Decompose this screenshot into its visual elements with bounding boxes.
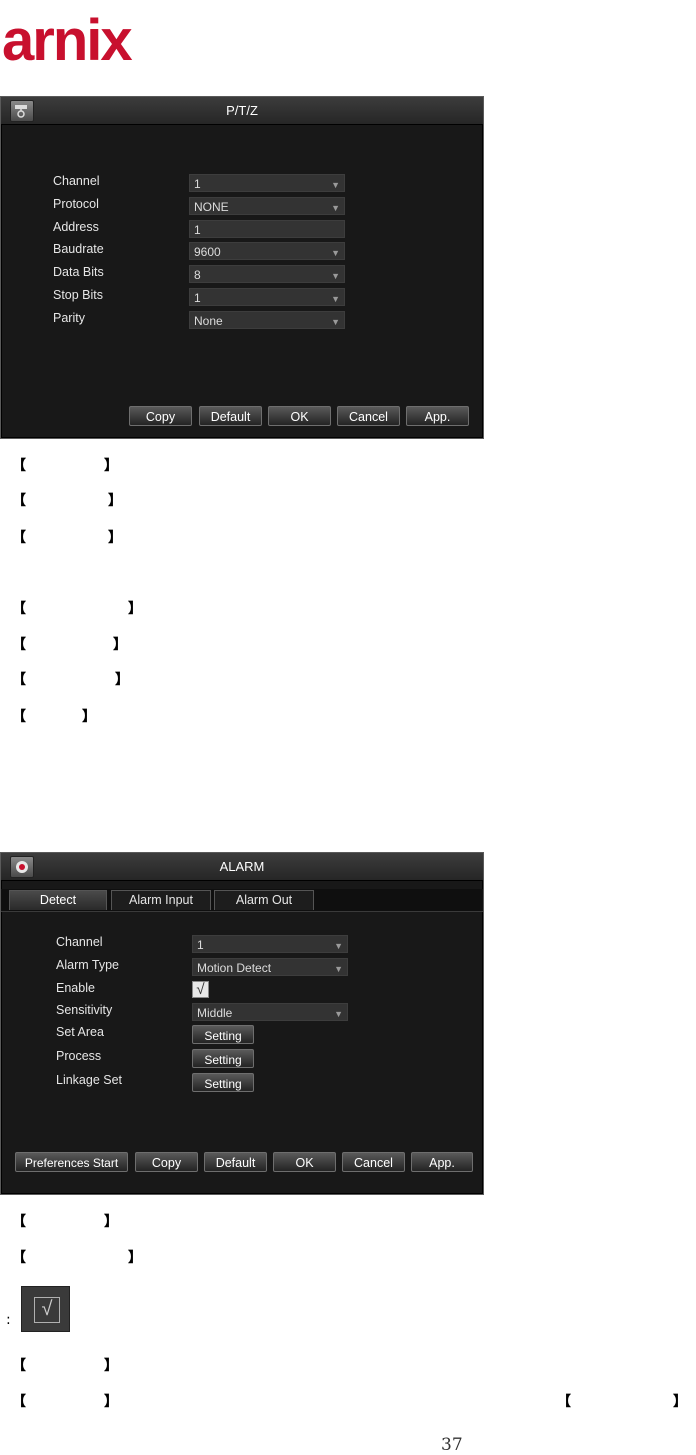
- ptz-data-bits-value: 8: [194, 268, 201, 282]
- ptz-desc-line-4: 【】: [12, 601, 142, 617]
- logo-text: arnix: [2, 8, 132, 68]
- alarm-title: ALARM: [219, 859, 265, 874]
- colon-mark: :: [6, 1312, 11, 1328]
- chevron-down-icon: ▼: [331, 180, 340, 190]
- page-number: 37: [441, 1435, 463, 1455]
- linkage-set-setting-button[interactable]: Setting: [192, 1073, 254, 1092]
- ptz-baudrate-select[interactable]: 9600 ▼: [189, 242, 345, 260]
- ptz-apply-button[interactable]: App.: [406, 406, 469, 426]
- ptz-label-channel: Channel: [53, 174, 100, 188]
- checked-checkbox-icon: √: [21, 1286, 70, 1332]
- ptz-protocol-value: NONE: [194, 200, 229, 214]
- ptz-desc-line-5: 【】: [12, 637, 127, 653]
- ptz-address-value: 1: [194, 223, 201, 237]
- ptz-desc-line-1: 【】: [12, 458, 118, 474]
- ptz-stop-bits-select[interactable]: 1 ▼: [189, 288, 345, 306]
- chevron-down-icon: ▼: [331, 271, 340, 281]
- alarm-apply-button[interactable]: App.: [411, 1152, 473, 1172]
- tab-detect[interactable]: Detect: [9, 890, 107, 910]
- ptz-baudrate-value: 9600: [194, 245, 221, 259]
- chevron-down-icon: ▼: [331, 203, 340, 213]
- ptz-label-data-bits: Data Bits: [53, 265, 104, 279]
- tab-alarm-out[interactable]: Alarm Out: [214, 890, 314, 910]
- ptz-desc-line-6: 【】: [12, 672, 129, 688]
- ptz-desc-line-7: 【】: [12, 709, 96, 725]
- alarm-label-linkage-set: Linkage Set: [56, 1073, 123, 1087]
- checkmark-glyph: √: [34, 1297, 60, 1323]
- ptz-copy-button[interactable]: Copy: [129, 406, 192, 426]
- alarm-label-channel: Channel: [56, 935, 103, 949]
- alarm-label-set-area: Set Area: [56, 1025, 104, 1039]
- alarm-default-button[interactable]: Default: [204, 1152, 267, 1172]
- alarm-label-sensitivity: Sensitivity: [56, 1003, 113, 1017]
- ptz-parity-select[interactable]: None ▼: [189, 311, 345, 329]
- alarm-desc-line-2: 【】: [12, 1250, 142, 1266]
- ptz-label-parity: Parity: [53, 311, 85, 325]
- ptz-label-address: Address: [53, 220, 99, 234]
- ptz-parity-value: None: [194, 314, 223, 328]
- alarm-tabstrip: Detect Alarm Input Alarm Out: [1, 889, 483, 912]
- ptz-desc-line-3: 【】: [12, 530, 122, 546]
- alarm-desc-line-1: 【】: [12, 1214, 118, 1230]
- alarm-channel-value: 1: [197, 938, 204, 952]
- ptz-label-stop-bits: Stop Bits: [53, 288, 104, 302]
- chevron-down-icon: ▼: [331, 317, 340, 327]
- alarm-label-type: Alarm Type: [56, 958, 119, 972]
- chevron-down-icon: ▼: [331, 294, 340, 304]
- alarm-type-select[interactable]: Motion Detect ▼: [192, 958, 348, 976]
- chevron-down-icon: ▼: [334, 1009, 343, 1019]
- ptz-data-bits-select[interactable]: 8 ▼: [189, 265, 345, 283]
- alarm-dialog: ALARM Detect Alarm Input Alarm Out Chann…: [0, 852, 484, 1195]
- chevron-down-icon: ▼: [331, 248, 340, 258]
- alarm-ok-button[interactable]: OK: [273, 1152, 336, 1172]
- ptz-channel-select[interactable]: 1 ▼: [189, 174, 345, 192]
- set-area-setting-button[interactable]: Setting: [192, 1025, 254, 1044]
- ptz-label-protocol: Protocol: [53, 197, 99, 211]
- ptz-ok-button[interactable]: OK: [268, 406, 331, 426]
- alarm-sensitivity-value: Middle: [197, 1006, 233, 1020]
- tab-alarm-input[interactable]: Alarm Input: [111, 890, 211, 910]
- alarm-desc-line-3: 【】: [12, 1358, 118, 1374]
- ptz-default-button[interactable]: Default: [199, 406, 262, 426]
- ptz-titlebar: P/T/Z: [1, 97, 483, 125]
- ptz-channel-value: 1: [194, 177, 201, 191]
- alarm-type-value: Motion Detect: [197, 961, 272, 975]
- chevron-down-icon: ▼: [334, 964, 343, 974]
- alarm-desc-line-4: 【】: [12, 1394, 118, 1410]
- preferences-start-button[interactable]: Preferences Start: [15, 1152, 128, 1172]
- ptz-cancel-button[interactable]: Cancel: [337, 406, 400, 426]
- alarm-label-process: Process: [56, 1049, 102, 1063]
- alarm-enable-checkbox[interactable]: √: [192, 981, 209, 998]
- ptz-dialog: P/T/Z Channel 1 ▼ Protocol NONE ▼ Addres…: [0, 96, 484, 439]
- ptz-stop-bits-value: 1: [194, 291, 201, 305]
- alarm-label-enable: Enable: [56, 981, 95, 995]
- ptz-label-baudrate: Baudrate: [53, 242, 104, 256]
- arnix-logo: arnix: [2, 8, 134, 68]
- ptz-title: P/T/Z: [226, 103, 258, 118]
- alarm-copy-button[interactable]: Copy: [135, 1152, 198, 1172]
- ptz-address-input[interactable]: 1: [189, 220, 345, 238]
- chevron-down-icon: ▼: [334, 941, 343, 951]
- alarm-channel-select[interactable]: 1 ▼: [192, 935, 348, 953]
- ptz-desc-line-2: 【】: [12, 493, 122, 509]
- alarm-cancel-button[interactable]: Cancel: [342, 1152, 405, 1172]
- alarm-desc-line-5: 【】: [557, 1394, 687, 1410]
- alarm-titlebar: ALARM: [1, 853, 483, 881]
- ptz-protocol-select[interactable]: NONE ▼: [189, 197, 345, 215]
- alarm-sensitivity-select[interactable]: Middle ▼: [192, 1003, 348, 1021]
- process-setting-button[interactable]: Setting: [192, 1049, 254, 1068]
